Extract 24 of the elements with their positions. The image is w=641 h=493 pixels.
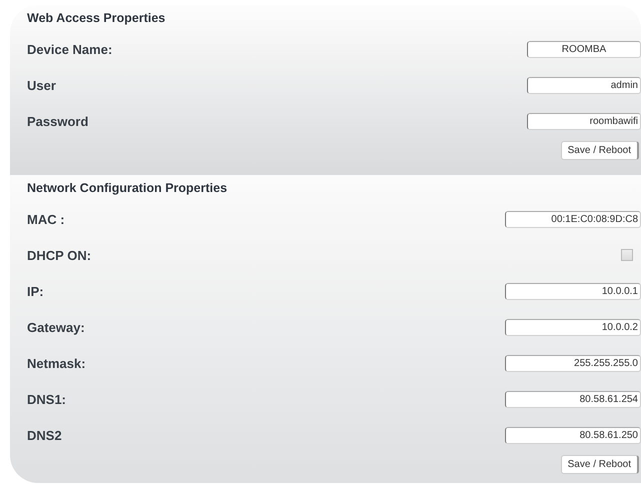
field-label: IP:: [27, 284, 44, 298]
text-field[interactable]: 10.0.0.1: [505, 282, 641, 300]
field-label: Netmask:: [27, 356, 86, 370]
text-field[interactable]: 80.58.61.254: [505, 390, 641, 408]
section-title: Web Access Properties: [27, 10, 166, 27]
text-field[interactable]: admin: [527, 76, 641, 94]
text-field[interactable]: roombawifi: [527, 112, 641, 130]
save-reboot-button[interactable]: Save / Reboot: [560, 455, 639, 474]
field-label: User: [27, 78, 56, 92]
text-field[interactable]: 10.0.0.2: [505, 318, 641, 336]
field-label: DNS1:: [27, 392, 66, 406]
text-field[interactable]: ROOMBA: [527, 40, 641, 58]
checkbox[interactable]: [621, 249, 633, 261]
save-reboot-button[interactable]: Save / Reboot: [560, 141, 639, 160]
text-field[interactable]: 00:1E:C0:08:9D:C8: [505, 210, 641, 228]
text-field[interactable]: 255.255.255.0: [505, 354, 641, 372]
field-label: Gateway:: [27, 320, 85, 334]
field-label: Password: [27, 114, 88, 128]
field-label: MAC :: [27, 212, 65, 226]
section-title: Network Configuration Properties: [27, 180, 228, 197]
field-label: Device Name:: [27, 42, 112, 56]
field-label: DNS2: [27, 428, 62, 442]
text-field[interactable]: 80.58.61.250: [505, 426, 641, 444]
field-label: DHCP ON:: [27, 248, 92, 262]
